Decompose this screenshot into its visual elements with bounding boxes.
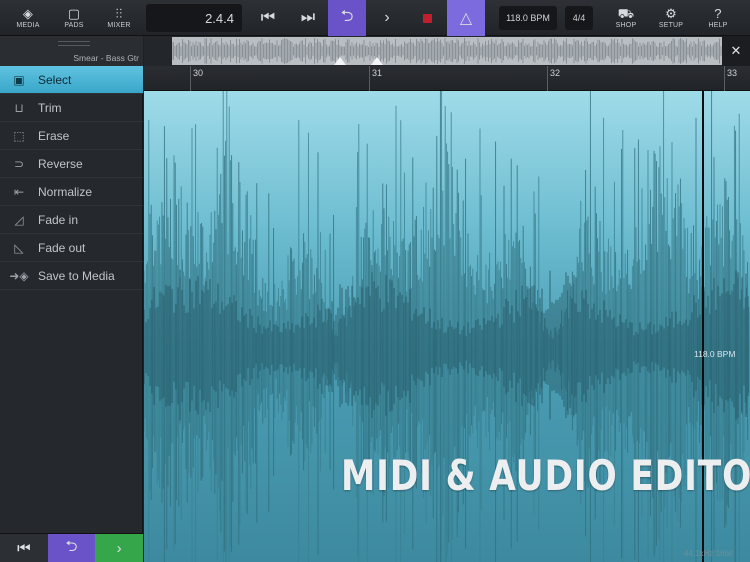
- setup-label: SETUP: [658, 22, 684, 29]
- media-button[interactable]: ◈ MEDIA: [10, 0, 46, 36]
- tool-normalize[interactable]: ⇤ Normalize: [0, 178, 143, 206]
- tool-label: Select: [38, 72, 72, 87]
- tool-label: Fade out: [38, 240, 86, 255]
- record-icon: [422, 13, 432, 23]
- cart-icon: ⛟: [617, 6, 635, 21]
- audio-waveform-editor[interactable]: 118.0 BPM MIDI & AUDIO EDITOR 44.1kHz 16…: [144, 91, 750, 562]
- help-label: HELP: [708, 22, 728, 29]
- time-signature-display[interactable]: 4/4: [565, 6, 593, 30]
- forward-to-end-button[interactable]: ⏭: [289, 0, 327, 36]
- bar-line: [190, 66, 191, 91]
- mixer-icon: ⫶⫶: [115, 6, 123, 21]
- bottom-transport: ⏮ ⮌ ›: [0, 533, 144, 562]
- bottom-play-button[interactable]: ›: [95, 534, 144, 562]
- tool-trim[interactable]: ⊔ Trim: [0, 94, 143, 122]
- close-icon: ✕: [730, 43, 742, 58]
- bar-line: [547, 66, 548, 91]
- question-icon: ?: [714, 6, 722, 21]
- metronome-toggle[interactable]: △: [447, 0, 485, 36]
- reverse-icon: ⊃: [13, 156, 25, 171]
- loop-toggle[interactable]: ⮌: [328, 0, 366, 36]
- play-button[interactable]: ›: [368, 0, 406, 36]
- tempo-marker: 118.0 BPM: [694, 349, 736, 359]
- bar-number: 33: [727, 68, 738, 78]
- bar-number: 32: [550, 68, 561, 78]
- media-icon: ◈: [22, 6, 34, 21]
- track-name: Smear - Bass Gtr: [73, 53, 139, 63]
- fade-in-icon: ◿: [14, 212, 24, 227]
- tool-erase[interactable]: ⬚ Erase: [0, 122, 143, 150]
- media-label: MEDIA: [16, 22, 40, 29]
- loop-icon: ⮌: [340, 7, 354, 25]
- tool-select[interactable]: ▣ Select: [0, 66, 143, 94]
- shop-button[interactable]: ⛟ SHOP: [608, 0, 644, 36]
- pads-label: PADS: [64, 22, 84, 29]
- tool-label: Trim: [38, 100, 62, 115]
- record-button[interactable]: [408, 0, 446, 36]
- bar-line: [724, 66, 725, 91]
- help-button[interactable]: ? HELP: [700, 0, 736, 36]
- normalize-icon: ⇤: [13, 184, 25, 199]
- skip-back-icon: ⏮: [260, 9, 276, 26]
- tool-fade-in[interactable]: ◿ Fade in: [0, 206, 143, 234]
- bottom-loop-button[interactable]: ⮌: [47, 534, 96, 562]
- tool-save-to-media[interactable]: ➜◈ Save to Media: [0, 262, 143, 290]
- metronome-icon: △: [459, 10, 473, 27]
- position-display[interactable]: 2.4.4: [146, 4, 242, 32]
- track-name-header[interactable]: Smear - Bass Gtr: [0, 36, 143, 66]
- overview-waveform: [172, 37, 722, 65]
- gear-icon: ⚙: [665, 6, 677, 21]
- tool-list: ▣ Select ⊔ Trim ⬚ Erase ⊃ Reverse ⇤ Norm…: [0, 66, 143, 290]
- timeline-ruler[interactable]: 30 31 32 33: [144, 66, 750, 91]
- promo-caption: MIDI & AUDIO EDITOR: [341, 451, 750, 500]
- close-editor-button[interactable]: ✕: [722, 36, 750, 66]
- eraser-icon: ⬚: [13, 128, 25, 143]
- skip-back-icon: ⏮: [17, 539, 31, 557]
- select-box-icon: ▣: [13, 72, 25, 87]
- mixer-label: MIXER: [107, 22, 131, 29]
- tool-fade-out[interactable]: ◺ Fade out: [0, 234, 143, 262]
- tool-panel: Smear - Bass Gtr ▣ Select ⊔ Trim ⬚ Erase…: [0, 36, 144, 562]
- mixer-button[interactable]: ⫶⫶ MIXER: [101, 0, 137, 36]
- format-info: 44.1kHz 16bit: [684, 549, 733, 558]
- shop-label: SHOP: [615, 22, 637, 29]
- setup-button[interactable]: ⚙ SETUP: [653, 0, 689, 36]
- bottom-rewind-button[interactable]: ⏮: [0, 534, 48, 562]
- loop-icon: ⮌: [65, 537, 78, 555]
- play-icon: ›: [116, 539, 122, 557]
- tempo-display[interactable]: 118.0 BPM: [499, 6, 557, 30]
- tool-label: Fade in: [38, 212, 79, 227]
- pads-button[interactable]: ▢ PADS: [56, 0, 92, 36]
- tool-label: Reverse: [38, 156, 83, 171]
- play-icon: ›: [384, 9, 390, 26]
- rewind-to-start-button[interactable]: ⏮: [249, 0, 287, 36]
- tool-reverse[interactable]: ⊃ Reverse: [0, 150, 143, 178]
- tool-label: Erase: [38, 128, 70, 143]
- fade-out-icon: ◺: [14, 240, 24, 255]
- top-toolbar: ◈ MEDIA ▢ PADS ⫶⫶ MIXER 2.4.4 ⏮ ⏭ ⮌ › △ …: [0, 0, 750, 36]
- skip-forward-icon: ⏭: [300, 9, 316, 26]
- tool-label: Save to Media: [38, 268, 115, 283]
- bar-number: 30: [193, 68, 204, 78]
- drag-grip-icon: [58, 41, 90, 46]
- pads-icon: ▢: [67, 6, 81, 21]
- bar-number: 31: [372, 68, 383, 78]
- overview-strip[interactable]: ✕: [144, 36, 750, 66]
- save-to-media-icon: ➜◈: [9, 268, 29, 283]
- bar-line: [369, 66, 370, 91]
- trim-icon: ⊔: [14, 100, 24, 115]
- tool-label: Normalize: [38, 184, 93, 199]
